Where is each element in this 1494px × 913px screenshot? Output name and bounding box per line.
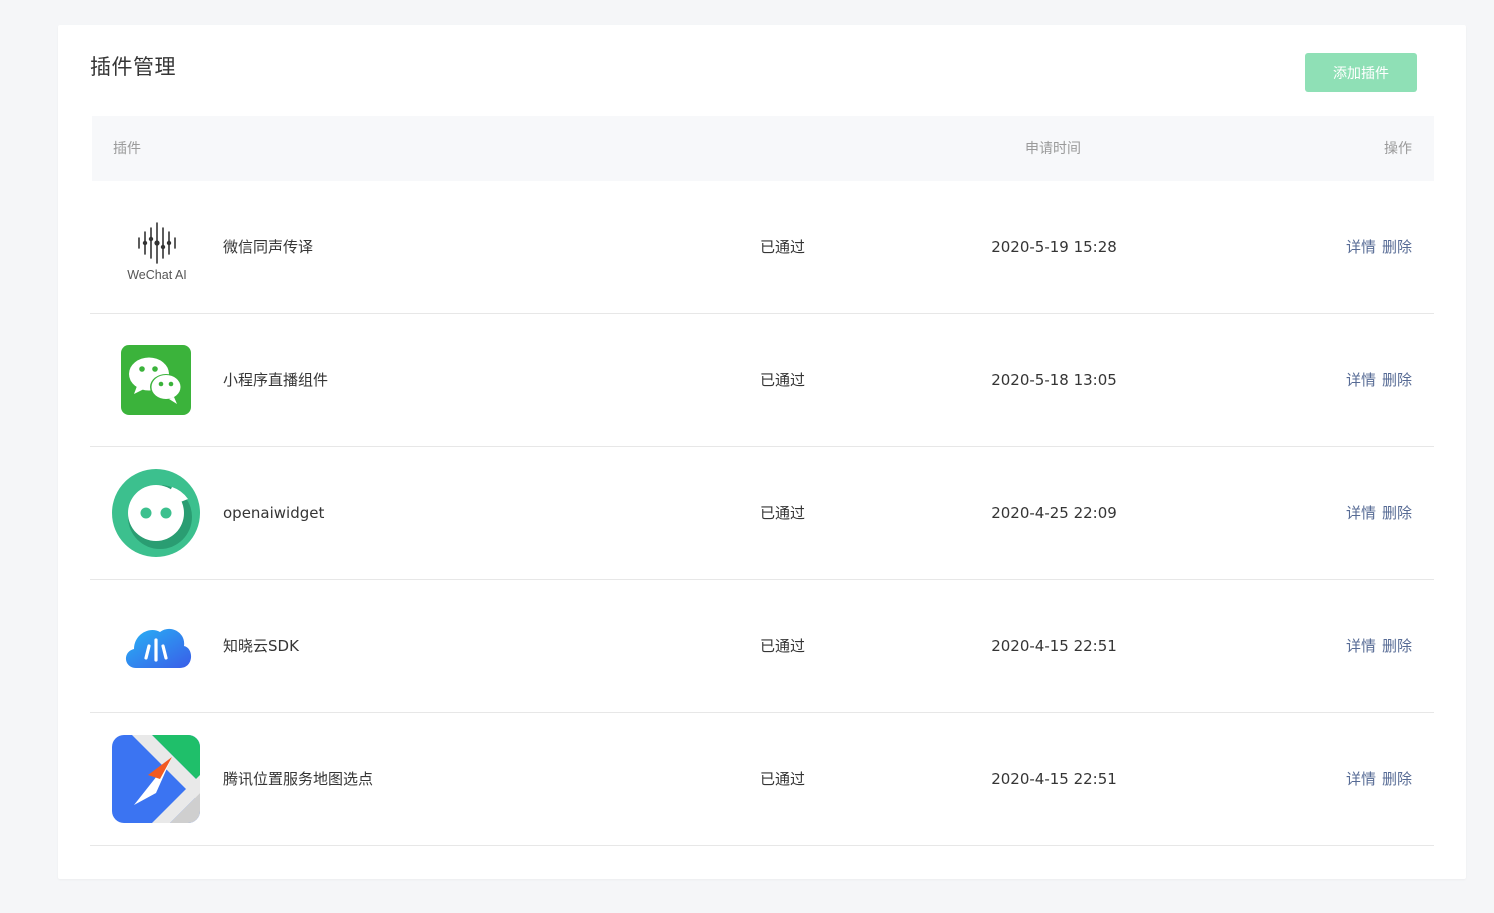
row-actions: 详情 删除 bbox=[1346, 636, 1412, 656]
plugin-name: 知晓云SDK bbox=[223, 637, 299, 655]
openaiwidget-logo-icon bbox=[112, 469, 200, 557]
status-text: 已通过 bbox=[760, 770, 806, 788]
column-header-operation: 操作 bbox=[1384, 141, 1412, 157]
detail-link[interactable]: 详情 bbox=[1346, 504, 1376, 522]
plugin-table-body: WeChat AI 微信同声传译 已通过 2020-5-19 15:28 详情删… bbox=[90, 181, 1434, 846]
table-row: 腾讯位置服务地图选点 已通过 2020-4-15 22:51 详情 删除 bbox=[90, 713, 1434, 846]
row-actions: 详情 删除 bbox=[1346, 503, 1412, 523]
add-plugin-button[interactable]: 添加插件 bbox=[1305, 53, 1417, 92]
row-actions: 详情 删除 bbox=[1346, 237, 1412, 257]
wechat-ai-logo-icon: WeChat AI bbox=[112, 203, 200, 291]
apply-time: 2020-5-18 13:05 bbox=[991, 371, 1117, 389]
table-row: WeChat AI 微信同声传译 已通过 2020-5-19 15:28 详情删… bbox=[90, 181, 1434, 314]
column-header-plugin: 插件 bbox=[113, 141, 141, 157]
apply-time: 2020-4-15 22:51 bbox=[991, 637, 1117, 655]
apply-time: 2020-5-19 15:28 bbox=[991, 238, 1117, 256]
delete-link[interactable]: 删除 bbox=[1382, 637, 1412, 655]
detail-link[interactable]: 详情 bbox=[1346, 371, 1376, 389]
plugin-name: 腾讯位置服务地图选点 bbox=[223, 770, 374, 788]
delete-link[interactable]: 删除 bbox=[1382, 770, 1412, 788]
status-text: 已通过 bbox=[760, 504, 806, 522]
apply-time: 2020-4-15 22:51 bbox=[991, 770, 1117, 788]
page-title: 插件管理 bbox=[90, 55, 176, 79]
detail-link[interactable]: 详情 bbox=[1346, 637, 1376, 655]
table-row: 小程序直播组件 已通过 2020-5-18 13:05 详情 删除 bbox=[90, 314, 1434, 447]
detail-link[interactable]: 详情 bbox=[1346, 238, 1376, 256]
tencent-map-logo-icon bbox=[112, 735, 200, 823]
plugin-name: openaiwidget bbox=[223, 504, 325, 522]
delete-link[interactable]: 删除 bbox=[1382, 371, 1412, 389]
zhixiao-cloud-logo-icon bbox=[112, 602, 200, 690]
status-text: 已通过 bbox=[760, 371, 806, 389]
plugin-name: 微信同声传译 bbox=[223, 238, 314, 256]
row-actions: 详情 删除 bbox=[1346, 769, 1412, 789]
delete-link[interactable]: 删除 bbox=[1382, 238, 1412, 256]
row-actions: 详情 删除 bbox=[1346, 370, 1412, 390]
table-header: 插件 申请时间 操作 bbox=[92, 116, 1434, 181]
table-row: 知晓云SDK 已通过 2020-4-15 22:51 详情 删除 bbox=[90, 580, 1434, 713]
status-text: 已通过 bbox=[760, 238, 806, 256]
column-header-apply-time: 申请时间 bbox=[1025, 141, 1081, 157]
detail-link[interactable]: 详情 bbox=[1346, 770, 1376, 788]
wechat-logo-icon bbox=[112, 336, 200, 424]
apply-time: 2020-4-25 22:09 bbox=[991, 504, 1117, 522]
table-row: openaiwidget 已通过 2020-4-25 22:09 详情 删除 bbox=[90, 447, 1434, 580]
wechat-ai-logo-text: WeChat AI bbox=[127, 268, 187, 282]
plugin-management-panel: 插件管理 添加插件 插件 申请时间 操作 WeChat AI 微信同声传译 已通… bbox=[58, 25, 1466, 879]
plugin-name: 小程序直播组件 bbox=[223, 371, 329, 389]
delete-link[interactable]: 删除 bbox=[1382, 504, 1412, 522]
status-text: 已通过 bbox=[760, 637, 806, 655]
